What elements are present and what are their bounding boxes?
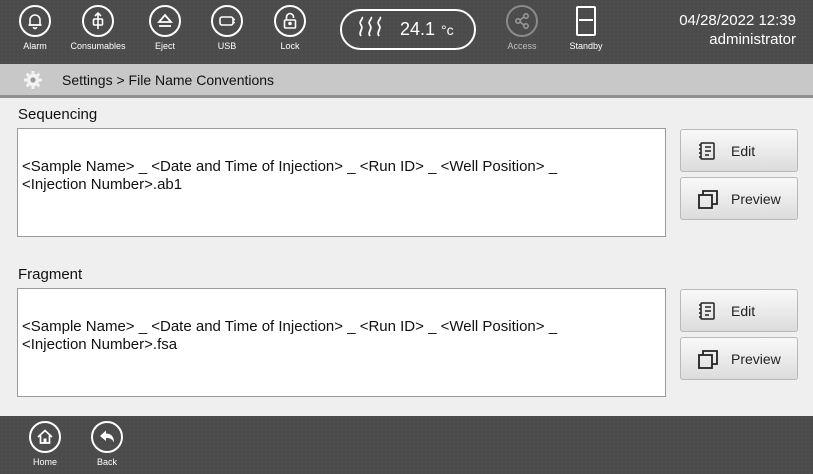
edit-icon bbox=[699, 141, 715, 160]
top-toolbar: Alarm Consumables Eject USB Lock 24.1 °c… bbox=[0, 0, 813, 64]
usb-button[interactable]: USB bbox=[197, 5, 257, 63]
edit-icon bbox=[699, 301, 715, 320]
fragment-convention-line1: <Sample Name> _ <Date and Time of Inject… bbox=[22, 318, 558, 335]
preview-icon bbox=[698, 349, 718, 369]
eject-button[interactable]: Eject bbox=[135, 5, 195, 63]
fragment-convention-line2: <Injection Number>.fsa bbox=[22, 336, 178, 353]
fragment-convention-box: <Sample Name> _ <Date and Time of Inject… bbox=[17, 288, 666, 397]
usb-icon bbox=[211, 5, 243, 37]
gear-icon bbox=[24, 70, 42, 89]
home-label: Home bbox=[32, 457, 57, 467]
lock-icon bbox=[274, 5, 306, 37]
lock-button[interactable]: Lock bbox=[260, 5, 320, 63]
sequencing-preview-label: Preview bbox=[731, 190, 781, 207]
consumables-label: Consumables bbox=[70, 41, 126, 51]
access-button[interactable]: Access bbox=[492, 5, 552, 63]
consumables-icon bbox=[82, 5, 114, 37]
sequencing-convention-line1: <Sample Name> _ <Date and Time of Inject… bbox=[22, 158, 558, 175]
access-label: Access bbox=[507, 41, 537, 51]
heat-icon bbox=[356, 16, 386, 43]
lock-label: Lock bbox=[280, 41, 300, 51]
user-name: administrator bbox=[709, 31, 796, 48]
fragment-preview-button[interactable]: Preview bbox=[680, 337, 798, 380]
share-icon bbox=[506, 5, 538, 37]
standby-icon bbox=[576, 6, 596, 36]
sequencing-edit-button[interactable]: Edit bbox=[680, 129, 798, 172]
bell-icon bbox=[19, 5, 51, 37]
sequencing-title: Sequencing bbox=[18, 106, 98, 123]
standby-button[interactable]: Standby bbox=[556, 5, 616, 63]
temperature-display[interactable]: 24.1 °c bbox=[340, 9, 476, 50]
home-button[interactable]: Home bbox=[15, 421, 75, 474]
back-arrow-icon bbox=[91, 421, 123, 453]
eject-icon bbox=[149, 5, 181, 37]
temperature-value: 24.1 bbox=[400, 19, 436, 39]
breadcrumb: Settings > File Name Conventions bbox=[62, 71, 275, 88]
fragment-title: Fragment bbox=[18, 266, 83, 283]
fragment-edit-button[interactable]: Edit bbox=[680, 289, 798, 332]
consumables-button[interactable]: Consumables bbox=[68, 5, 128, 63]
alarm-label: Alarm bbox=[23, 41, 47, 51]
back-label: Back bbox=[96, 457, 117, 467]
eject-label: Eject bbox=[154, 41, 175, 51]
preview-icon bbox=[698, 189, 718, 209]
fragment-preview-label: Preview bbox=[731, 350, 781, 367]
sequencing-convention-line2: <Injection Number>.ab1 bbox=[22, 176, 183, 193]
alarm-button[interactable]: Alarm bbox=[5, 5, 65, 63]
usb-label: USB bbox=[217, 41, 237, 51]
breadcrumb-bar: Settings > File Name Conventions bbox=[0, 64, 813, 98]
sequencing-edit-label: Edit bbox=[731, 142, 756, 159]
temperature-unit: °c bbox=[441, 21, 454, 38]
status-info: 04/28/2022 12:39 administrator bbox=[679, 11, 796, 49]
sequencing-convention-box: <Sample Name> _ <Date and Time of Inject… bbox=[17, 128, 666, 237]
fragment-edit-label: Edit bbox=[731, 302, 756, 319]
bottom-toolbar: Home Back bbox=[0, 416, 813, 474]
date-time: 04/28/2022 12:39 bbox=[679, 12, 796, 29]
sequencing-preview-button[interactable]: Preview bbox=[680, 177, 798, 220]
back-button[interactable]: Back bbox=[77, 421, 137, 474]
home-icon bbox=[29, 421, 61, 453]
standby-label: Standby bbox=[569, 41, 603, 51]
